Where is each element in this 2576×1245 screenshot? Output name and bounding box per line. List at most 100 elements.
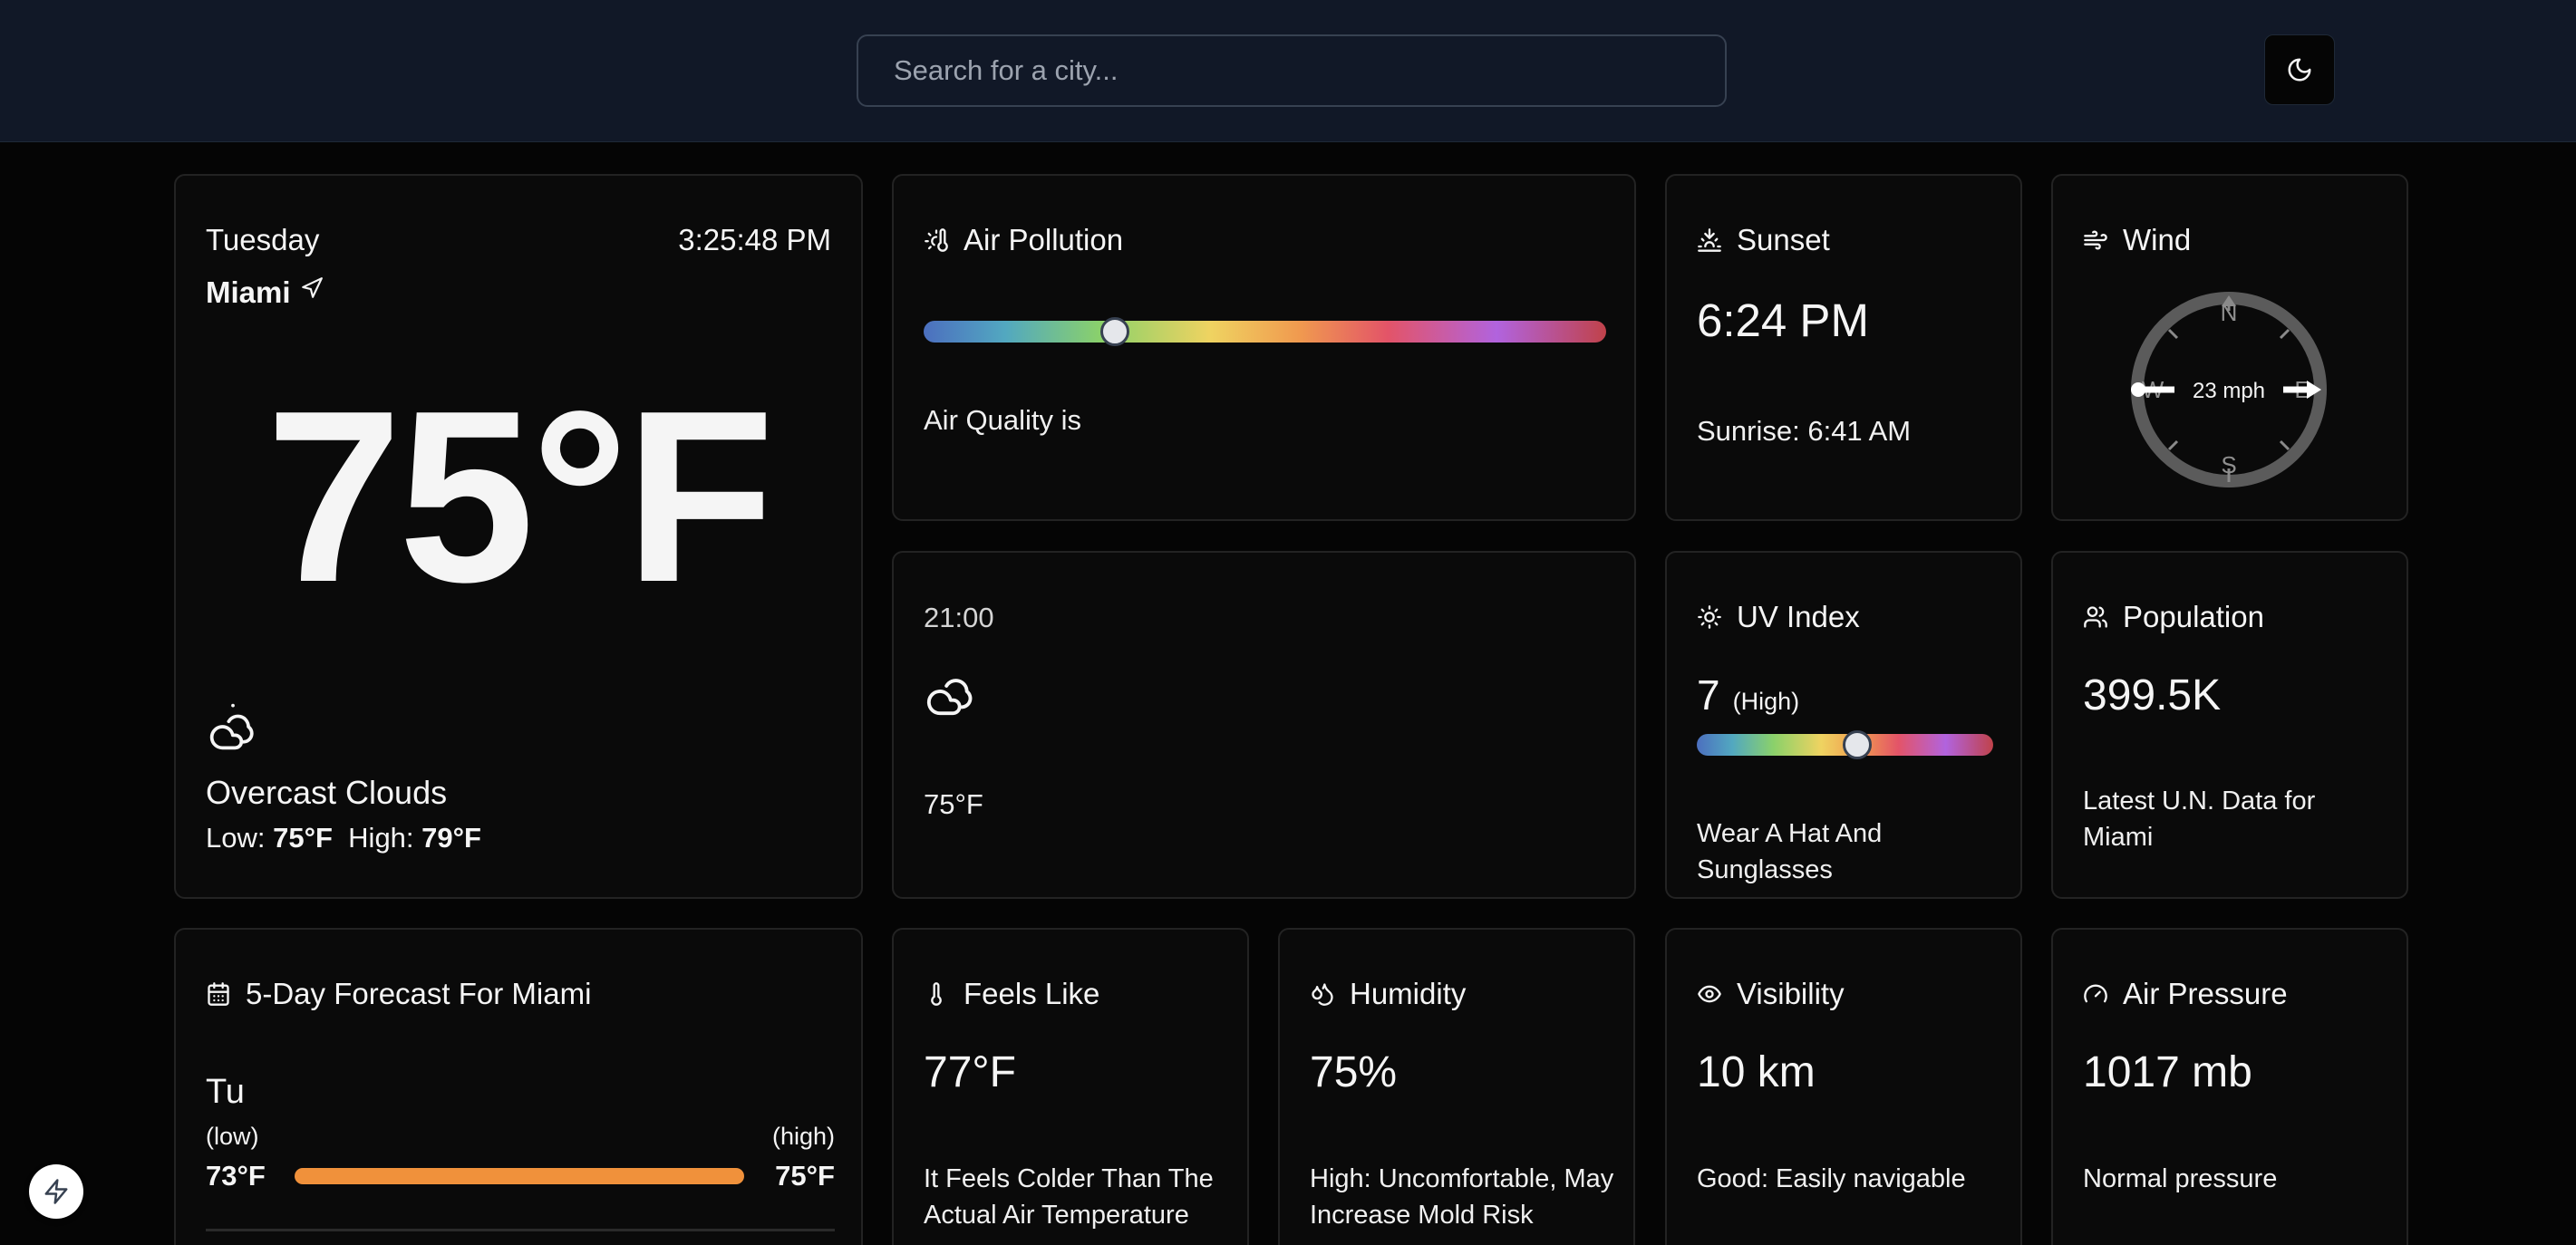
air-pressure-text: Normal pressure: [2083, 1164, 2278, 1193]
wind-title: Wind: [2123, 223, 2192, 256]
thermometer-icon: [931, 982, 942, 1006]
current-city: Miami: [206, 275, 324, 310]
uv-header: UV Index: [1697, 600, 1860, 634]
forecast-header: 5-Day Forecast For Miami: [206, 977, 591, 1011]
city-search-input[interactable]: [857, 34, 1727, 107]
air-pressure-value: 1017 mb: [2083, 1048, 2252, 1096]
air-pollution-header: Air Pollution: [924, 223, 1123, 257]
air-pollution-card: Air Pollution Air Quality is: [892, 174, 1636, 521]
air-pressure-card: Air Pressure 1017 mb Normal pressure: [2051, 928, 2408, 1245]
high-label: High:: [348, 822, 414, 854]
sunset-card: Sunset 6:24 PM Sunrise: 6:41 AM: [1665, 174, 2022, 521]
eye-icon: [1698, 985, 1721, 1003]
navigation-icon: [301, 277, 323, 298]
humidity-title: Humidity: [1350, 977, 1467, 1010]
humidity-text: High: Uncomfortable, May Increase Mold R…: [1310, 1164, 1614, 1230]
city-name: Miami: [206, 275, 291, 309]
compass-tick-sw: [2167, 439, 2179, 451]
wind-header: Wind: [2083, 223, 2191, 257]
hourly-forecast-card: 21:00 75°F: [892, 551, 1636, 899]
visibility-title: Visibility: [1737, 977, 1845, 1010]
hourly-time: 21:00: [924, 602, 994, 633]
floating-action-button[interactable]: [29, 1164, 83, 1219]
top-bar: [0, 0, 2576, 142]
compass-s: S: [2221, 451, 2236, 478]
population-card: Population 399.5K Latest U.N. Data for M…: [2051, 551, 2408, 899]
uv-title: UV Index: [1737, 600, 1860, 633]
theme-toggle-button[interactable]: [2264, 34, 2335, 105]
moon-icon: [2288, 58, 2311, 82]
air-quality-text: Air Quality is: [924, 404, 1081, 436]
sun-icon: [1698, 605, 1721, 629]
forecast-high: 75°F: [775, 1160, 835, 1192]
population-value: 399.5K: [2083, 671, 2222, 719]
five-day-forecast-card: 5-Day Forecast For Miami Tu (low) (high)…: [174, 928, 863, 1245]
current-weather-card: Tuesday 3:25:48 PM Miami 75°F Overcast C…: [174, 174, 863, 899]
visibility-card: Visibility 10 km Good: Easily navigable: [1665, 928, 2022, 1245]
users-icon: [2084, 606, 2107, 628]
calendar-icon: [208, 982, 229, 1006]
air-quality-bar: [924, 317, 1606, 346]
air-pollution-title: Air Pollution: [964, 223, 1124, 256]
forecast-low-label: (low): [206, 1123, 259, 1150]
wind-speed: 23 mph: [2193, 379, 2265, 403]
uv-advice: Wear A Hat And Sunglasses: [1697, 819, 1883, 884]
hourly-temp: 75°F: [924, 788, 983, 820]
feels-like-title: Feels Like: [964, 977, 1100, 1010]
compass-tick-se: [2279, 439, 2290, 451]
wind-card: Wind N S W E 23 mph: [2051, 174, 2408, 521]
current-time: 3:25:48 PM: [678, 223, 831, 256]
current-temperature: 75°F: [266, 361, 774, 633]
forecast-title: 5-Day Forecast For Miami: [246, 977, 592, 1010]
visibility-text: Good: Easily navigable: [1697, 1164, 1966, 1193]
air-quality-indicator: [1099, 317, 1129, 346]
forecast-low: 73°F: [206, 1160, 266, 1192]
feels-like-card: Feels Like 77°F It Feels Colder Than The…: [892, 928, 1249, 1245]
gauge-icon: [2084, 984, 2107, 1003]
low-high-temps: Low: 75°F High: 79°F: [206, 822, 481, 854]
forecast-row: Tu (low) (high) 73°F 75°F: [206, 1073, 835, 1231]
air-pressure-header: Air Pressure: [2083, 977, 2288, 1011]
compass-tick-ne: [2279, 328, 2290, 340]
hourly-cloud-icon: [926, 679, 973, 716]
feels-like-value: 77°F: [924, 1048, 1016, 1096]
sunset-title: Sunset: [1737, 223, 1830, 256]
sunset-time: 6:24 PM: [1697, 294, 1869, 346]
sunset-header: Sunset: [1697, 223, 1830, 257]
cloud-icon: [209, 703, 254, 750]
visibility-header: Visibility: [1697, 977, 1845, 1011]
humidity-header: Humidity: [1310, 977, 1466, 1011]
population-header: Population: [2083, 600, 2264, 634]
population-title: Population: [2123, 600, 2264, 633]
uv-label: (High): [1732, 688, 1800, 715]
sunrise-time: Sunrise: 6:41 AM: [1697, 415, 1912, 447]
forecast-day: Tu: [206, 1073, 245, 1111]
low-temp: 75°F: [273, 822, 333, 854]
uv-value-row: 7 (High): [1697, 671, 1799, 719]
air-pressure-title: Air Pressure: [2123, 977, 2288, 1010]
current-day: Tuesday: [206, 223, 320, 256]
feels-like-header: Feels Like: [924, 977, 1099, 1011]
droplets-icon: [1312, 983, 1333, 1006]
population-text: Latest U.N. Data for Miami: [2083, 787, 2316, 852]
sunset-icon: [1698, 228, 1721, 252]
forecast-temp-bar: [294, 1168, 745, 1184]
feels-like-text: It Feels Colder Than The Actual Air Temp…: [924, 1164, 1214, 1230]
forecast-divider: [206, 1229, 835, 1231]
lightning-icon: [44, 1179, 68, 1204]
compass-n: N: [2221, 299, 2238, 326]
wind-compass: N S W E 23 mph: [2131, 292, 2327, 487]
visibility-value: 10 km: [1697, 1048, 1816, 1096]
humidity-card: Humidity 75% High: Uncomfortable, May In…: [1278, 928, 1635, 1245]
uv-bar: [1697, 730, 1993, 759]
humidity-value: 75%: [1310, 1048, 1398, 1096]
compass-tick-nw: [2167, 328, 2179, 340]
uv-value: 7: [1697, 671, 1720, 719]
low-label: Low:: [206, 822, 266, 854]
forecast-high-label: (high): [771, 1123, 835, 1150]
uv-indicator: [1842, 730, 1872, 759]
uv-index-card: UV Index 7 (High) Wear A Hat And Sunglas…: [1665, 551, 2022, 899]
thermometer-sun-icon: [925, 228, 948, 252]
weather-condition: Overcast Clouds: [206, 774, 448, 811]
wind-icon: [2084, 230, 2107, 250]
